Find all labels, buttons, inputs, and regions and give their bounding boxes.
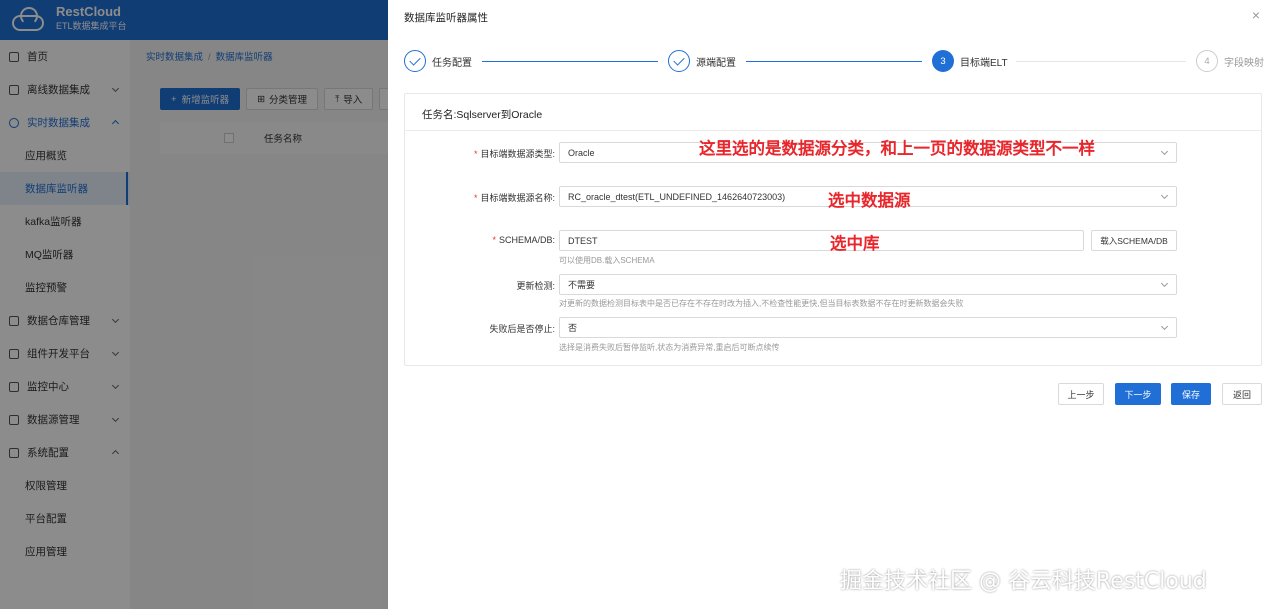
annotation-schema-note: 选中库 (830, 234, 880, 253)
load-schema-button[interactable]: 载入SCHEMA/DB (1091, 230, 1177, 251)
check-icon (668, 50, 690, 72)
update-check-select[interactable]: 不需要 (559, 274, 1177, 295)
step-source-config[interactable]: 源端配置 (668, 48, 736, 74)
chevron-down-icon (1160, 322, 1169, 331)
schema-input[interactable]: DTEST (559, 230, 1084, 251)
step-number: 3 (932, 50, 954, 72)
target-name-label: * 目标端数据源名称: (473, 193, 555, 203)
properties-drawer: 数据库监听器属性 × 任务配置 源端配置 3 目标端ELT 4 字段映射 任务名… (388, 0, 1267, 609)
check-icon (404, 50, 426, 72)
step-number: 4 (1196, 50, 1218, 72)
schema-label: * SCHEMA/DB: (492, 235, 555, 245)
chevron-down-icon (1160, 279, 1169, 288)
stop-on-fail-hint: 选择是消费失败后暂停监听,状态为消费异常,重启后可断点续传 (559, 343, 780, 352)
step-task-config[interactable]: 任务配置 (404, 48, 472, 74)
modal-mask[interactable] (0, 0, 388, 609)
task-name: 任务名:Sqlserver到Oracle (422, 109, 543, 121)
close-icon[interactable]: × (1249, 8, 1263, 22)
steps: 任务配置 源端配置 3 目标端ELT 4 字段映射 (404, 48, 1267, 74)
prev-step-button[interactable]: 上一步 (1058, 383, 1104, 405)
next-step-button[interactable]: 下一步 (1115, 383, 1161, 405)
update-check-hint: 对更新的数据检测目标表中是否已存在不存在时改为插入,不检查性能更快,但当目标表数… (559, 299, 964, 308)
stop-on-fail-select[interactable]: 否 (559, 317, 1177, 338)
back-button[interactable]: 返回 (1222, 383, 1262, 405)
divider (405, 130, 1261, 131)
drawer-title: 数据库监听器属性 (404, 12, 488, 24)
target-type-label: * 目标端数据源类型: (473, 149, 555, 159)
schema-hint: 可以使用DB.载入SCHEMA (559, 256, 655, 265)
watermark: 掘金技术社区 @ 谷云科技RestCloud (840, 569, 1207, 594)
update-check-label: 更新检测: (516, 281, 555, 291)
save-button[interactable]: 保存 (1171, 383, 1211, 405)
annotation-type-note: 这里选的是数据源分类，和上一页的数据源类型不一样 (699, 139, 1095, 158)
chevron-down-icon (1160, 147, 1169, 156)
chevron-down-icon (1160, 191, 1169, 200)
annotation-name-note: 选中数据源 (828, 191, 911, 210)
step-connector (746, 61, 922, 62)
step-target-elt[interactable]: 3 目标端ELT (932, 48, 1008, 74)
stop-on-fail-label: 失败后是否停止: (489, 324, 555, 334)
step-connector (1016, 61, 1186, 62)
step-connector (482, 61, 658, 62)
step-field-mapping[interactable]: 4 字段映射 (1196, 48, 1264, 74)
